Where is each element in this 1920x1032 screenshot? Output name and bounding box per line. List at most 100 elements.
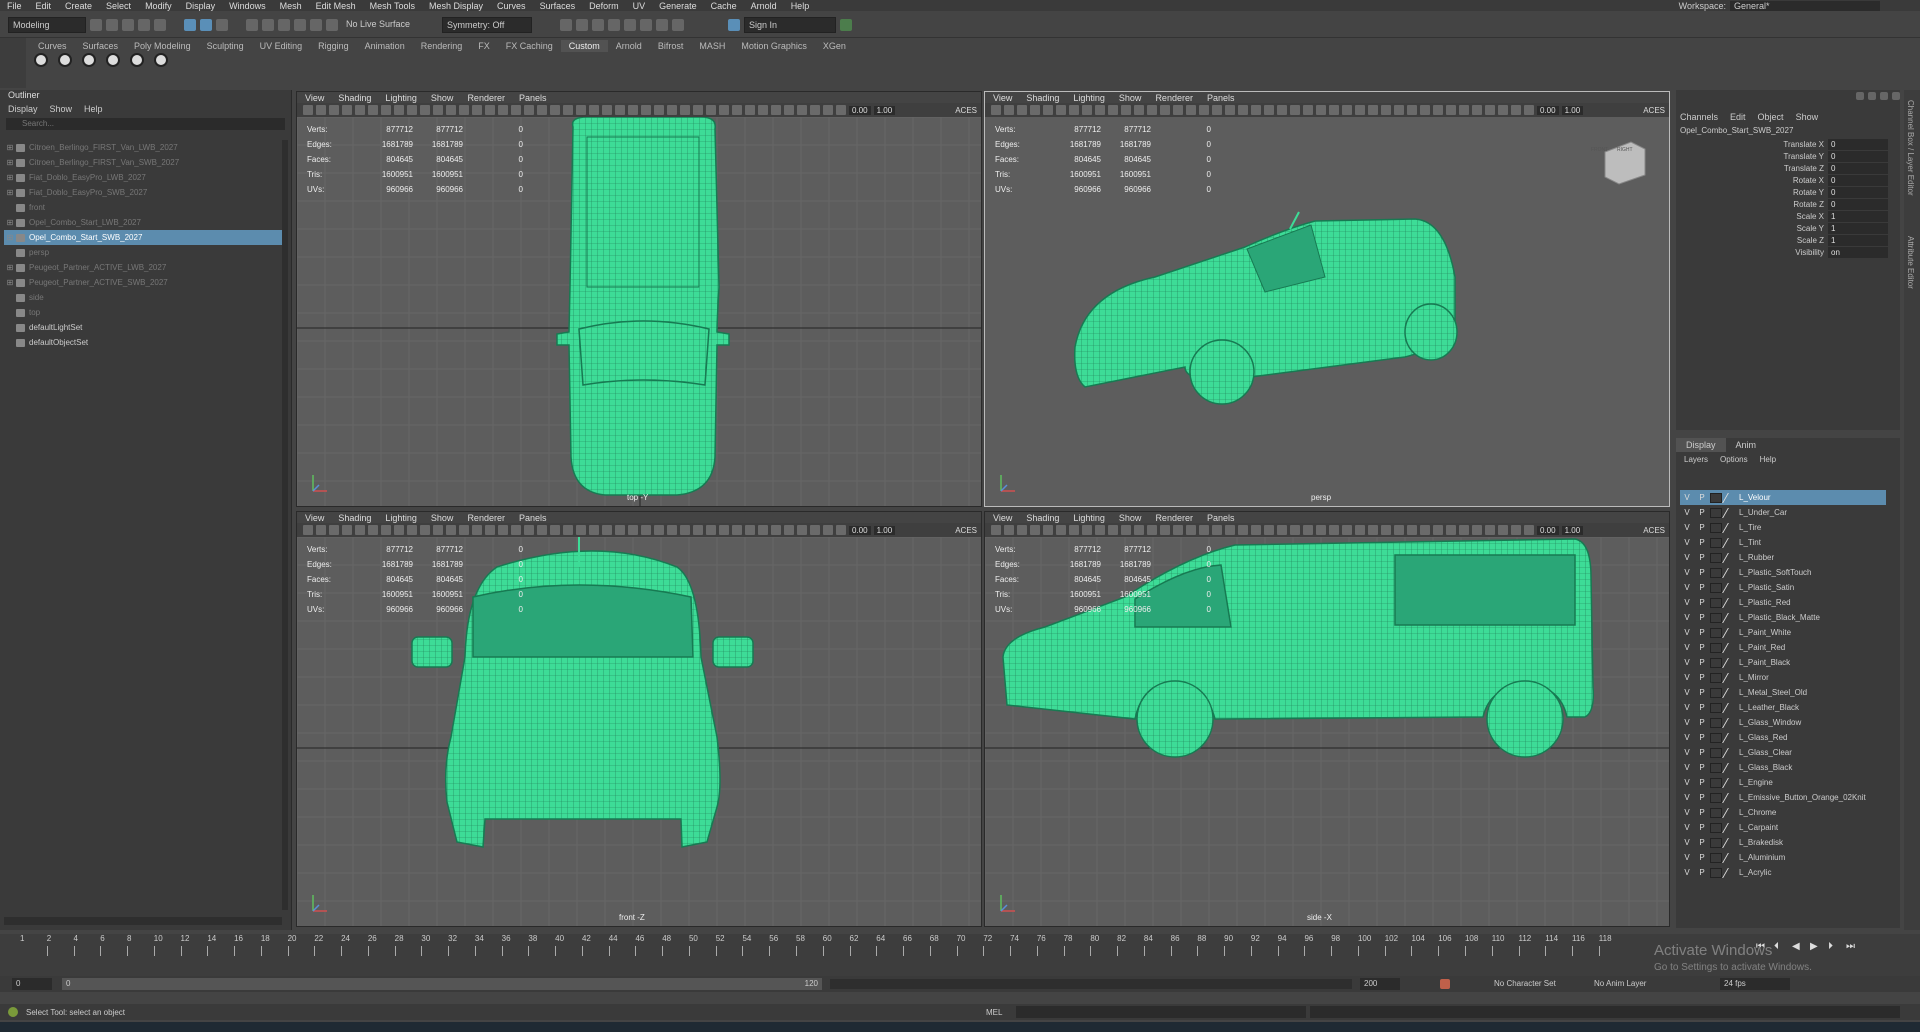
layer-color-swatch[interactable] [1710,687,1722,698]
viewport-tool-icon[interactable] [823,105,833,115]
layer-visibility-toggle[interactable]: V [1680,838,1694,847]
viewport-tool-icon[interactable] [1069,525,1079,535]
viewport-tool-icon[interactable] [1134,525,1144,535]
viewport-tool-icon[interactable] [1368,105,1378,115]
layer-row[interactable]: V P L_Glass_Black [1680,760,1886,775]
viewport-tool-icon[interactable] [667,525,677,535]
viewport-tool-icon[interactable] [693,105,703,115]
layer-visibility-toggle[interactable]: V [1680,718,1694,727]
shelf-tab-sculpting[interactable]: Sculpting [199,40,252,52]
viewport-tool-icon[interactable] [745,105,755,115]
layer-visibility-toggle[interactable]: V [1680,493,1694,502]
viewport-tool-icon[interactable] [1355,105,1365,115]
select-by-component-icon[interactable] [216,18,228,31]
layer-menu-options[interactable]: Options [1720,455,1748,464]
viewport-tool-icon[interactable] [1225,105,1235,115]
layer-visibility-toggle[interactable]: V [1680,628,1694,637]
layer-color-swatch[interactable] [1710,852,1722,863]
layer-visibility-toggle[interactable]: V [1680,703,1694,712]
layer-visibility-toggle[interactable]: V [1680,808,1694,817]
viewport-tool-icon[interactable] [615,105,625,115]
channel-value-field[interactable]: 0 [1828,198,1888,210]
layer-color-swatch[interactable] [1710,597,1722,608]
viewport-tool-icon[interactable] [303,525,313,535]
layer-color-swatch[interactable] [1710,492,1722,503]
viewport-tool-icon[interactable] [1043,105,1053,115]
viewport-tool-icon[interactable] [459,525,469,535]
layer-row[interactable]: V P L_Plastic_Black_Matte [1680,610,1886,625]
viewport-tool-icon[interactable] [1030,525,1040,535]
viewport-tool-icon[interactable] [433,525,443,535]
shelf-tab-xgen[interactable]: XGen [815,40,854,52]
layer-color-swatch[interactable] [1710,792,1722,803]
layer-visibility-toggle[interactable]: V [1680,748,1694,757]
channel-row[interactable]: Scale Y 1 [1676,222,1900,234]
layer-row[interactable]: V P L_Leather_Black [1680,700,1886,715]
viewport-tool-icon[interactable] [1121,105,1131,115]
viewport-tool-icon[interactable] [1212,105,1222,115]
channel-row[interactable]: Rotate Z 0 [1676,198,1900,210]
layer-row[interactable]: V P L_Carpaint [1680,820,1886,835]
viewport-tool-icon[interactable] [1355,525,1365,535]
viewport-tool-icon[interactable] [1329,105,1339,115]
viewport-menu-panels[interactable]: Panels [519,93,547,103]
shelf-tab-uv-editing[interactable]: UV Editing [252,40,311,52]
viewport-tool-icon[interactable] [1043,525,1053,535]
viewport-tool-icon[interactable] [381,525,391,535]
exposure-field[interactable]: 0.00 [1537,525,1559,535]
viewport-tool-icon[interactable] [680,105,690,115]
layer-menu-help[interactable]: Help [1760,455,1776,464]
layer-color-swatch[interactable] [1710,747,1722,758]
outliner-vertical-scrollbar[interactable] [282,140,288,910]
menu-edit[interactable]: Edit [29,1,59,11]
viewport-tool-icon[interactable] [810,525,820,535]
viewport-tool-icon[interactable] [1095,525,1105,535]
viewport-menu-view[interactable]: View [305,93,324,103]
menu-uv[interactable]: UV [626,1,653,11]
layer-playback-toggle[interactable]: P [1694,628,1710,637]
layer-color-swatch[interactable] [1710,582,1722,593]
layer-visibility-toggle[interactable]: V [1680,688,1694,697]
layer-color-swatch[interactable] [1710,822,1722,833]
expand-icon[interactable]: ⊞ [4,158,16,167]
viewport-tool-icon[interactable] [355,525,365,535]
layer-row[interactable]: V P L_Glass_Clear [1680,745,1886,760]
viewport-menu-view[interactable]: View [305,513,324,523]
viewport-tool-icon[interactable] [1498,105,1508,115]
channel-row[interactable]: Scale X 1 [1676,210,1900,222]
viewport-tool-icon[interactable] [758,105,768,115]
viewport-menu-panels[interactable]: Panels [1207,513,1235,523]
expand-icon[interactable]: ⊞ [4,263,16,272]
viewport-tool-icon[interactable] [667,105,677,115]
viewport-tool-icon[interactable] [1459,105,1469,115]
layer-color-swatch[interactable] [1710,732,1722,743]
symmetry-dropdown[interactable]: Symmetry: Off [442,16,533,33]
viewport-tool-icon[interactable] [628,525,638,535]
layer-visibility-toggle[interactable]: V [1680,778,1694,787]
undo-icon[interactable] [138,18,150,31]
outliner-menu-display[interactable]: Display [8,104,38,114]
viewport-persp[interactable]: View Shading Lighting Show Renderer Panels 0.0… [984,91,1670,507]
viewport-menu-lighting[interactable]: Lighting [1073,93,1105,103]
viewport-tool-icon[interactable] [1095,105,1105,115]
layer-playback-toggle[interactable]: P [1694,748,1710,757]
outliner-horizontal-scrollbar[interactable] [4,917,282,925]
shelf-tab-fx[interactable]: FX [470,40,498,52]
viewport-tool-icon[interactable] [784,525,794,535]
channel-menu-edit[interactable]: Edit [1730,112,1746,122]
viewport-tool-icon[interactable] [1394,105,1404,115]
viewport-tool-icon[interactable] [1082,105,1092,115]
viewport-tool-icon[interactable] [1303,525,1313,535]
viewport-tool-icon[interactable] [1394,525,1404,535]
viewport-tool-icon[interactable] [1368,525,1378,535]
go-to-end-icon[interactable]: ⏭ [1846,942,1856,952]
viewport-tool-icon[interactable] [1342,525,1352,535]
viewport-tool-icon[interactable] [1069,105,1079,115]
layer-playback-toggle[interactable]: P [1694,763,1710,772]
viewport-tool-icon[interactable] [563,525,573,535]
viewport-tool-icon[interactable] [1485,105,1495,115]
shelf-tab-motion-graphics[interactable]: Motion Graphics [733,40,815,52]
viewport-menu-lighting[interactable]: Lighting [385,93,417,103]
viewport-tool-icon[interactable] [1160,105,1170,115]
layer-playback-toggle[interactable]: P [1694,673,1710,682]
